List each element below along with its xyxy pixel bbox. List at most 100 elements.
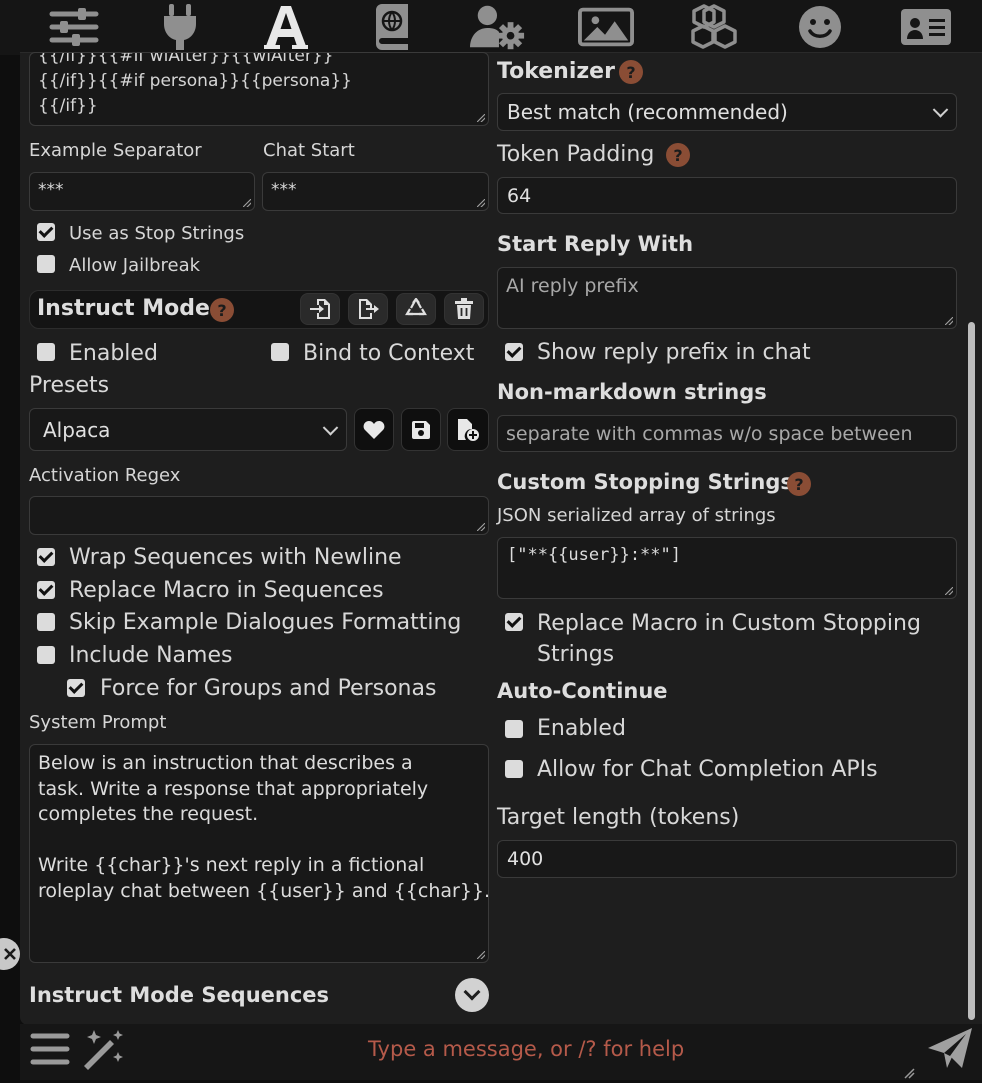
bind-context-label: Bind to Context: [303, 341, 475, 366]
story-string-text: {{/if}}{{#if wiAfter}}{{wiAfter}} {{/if}…: [38, 52, 352, 116]
token-padding-help-icon[interactable]: ?: [666, 143, 690, 167]
example-separator-input[interactable]: ***: [29, 172, 255, 211]
instruct-sequences-title[interactable]: Instruct Mode Sequences: [29, 983, 329, 1007]
activation-regex-input[interactable]: [29, 496, 489, 535]
chevron-down-icon: [463, 983, 481, 1001]
chat-start-value: ***: [271, 180, 297, 200]
chevron-down-icon: [322, 419, 339, 436]
instruct-enabled-checkbox[interactable]: [37, 343, 55, 361]
skip-examples-label: Skip Example Dialogues Formatting: [69, 610, 462, 635]
resize-handle-icon[interactable]: [903, 1064, 915, 1079]
recycle-icon: [405, 298, 427, 316]
cubes-icon[interactable]: [686, 4, 742, 50]
token-padding-value: 64: [507, 184, 532, 207]
wrap-sequences-label: Wrap Sequences with Newline: [69, 545, 402, 570]
bind-context-checkbox[interactable]: [271, 343, 289, 361]
start-reply-placeholder: AI reply prefix: [506, 275, 639, 297]
smiley-icon[interactable]: [792, 4, 848, 50]
new-preset-button[interactable]: [447, 408, 489, 451]
favorite-preset-button[interactable]: [354, 408, 394, 451]
allow-jailbreak-checkbox[interactable]: [37, 255, 55, 273]
token-padding-input[interactable]: 64: [497, 177, 957, 214]
instruct-mode-title: Instruct Mode: [37, 296, 210, 321]
top-navigation-bar: [0, 0, 982, 55]
custom-stop-sublabel: JSON serialized array of strings: [497, 505, 776, 526]
instruct-enabled-label: Enabled: [69, 341, 158, 366]
file-export-icon: [359, 299, 379, 319]
custom-stop-value: ["**{{user}}:**"]: [507, 545, 681, 565]
non-markdown-placeholder: separate with commas w/o space between: [506, 422, 913, 445]
book-globe-icon[interactable]: [364, 4, 420, 50]
close-panel-button[interactable]: [0, 938, 20, 970]
font-icon[interactable]: [258, 4, 314, 50]
file-import-icon: [310, 299, 330, 319]
auto-continue-enabled-label: Enabled: [537, 716, 626, 741]
plug-icon[interactable]: [152, 4, 208, 50]
auto-continue-label: Auto-Continue: [497, 679, 668, 703]
chevron-down-icon: [932, 102, 949, 118]
save-icon: [412, 420, 430, 439]
presets-label: Presets: [29, 373, 110, 398]
replace-macro-custom-label: Replace Macro in Custom Stopping Strings: [537, 611, 921, 667]
replace-macro-checkbox[interactable]: [37, 581, 55, 599]
include-names-checkbox[interactable]: [37, 646, 55, 664]
chat-start-label: Chat Start: [263, 140, 355, 161]
panel-scrollbar-thumb[interactable]: [968, 322, 975, 1020]
wrap-sequences-checkbox[interactable]: [37, 548, 55, 566]
user-gear-icon[interactable]: [470, 4, 526, 50]
magic-wand-icon[interactable]: [80, 1028, 126, 1074]
tokenizer-select[interactable]: Best match (recommended): [497, 93, 957, 131]
allow-chat-completion-checkbox[interactable]: [505, 760, 523, 778]
id-card-icon[interactable]: [898, 4, 954, 50]
menu-icon[interactable]: [30, 1031, 70, 1071]
send-icon[interactable]: [926, 1026, 974, 1074]
target-length-label: Target length (tokens): [497, 805, 740, 830]
preset-value: Alpaca: [43, 417, 111, 442]
auto-continue-enabled-checkbox[interactable]: [505, 720, 523, 738]
non-markdown-label: Non-markdown strings: [497, 380, 767, 404]
chat-start-input[interactable]: ***: [262, 172, 489, 211]
story-string-textarea[interactable]: {{/if}}{{#if wiAfter}}{{wiAfter}} {{/if}…: [29, 52, 489, 126]
show-prefix-checkbox[interactable]: [505, 343, 523, 361]
chat-input-placeholder[interactable]: Type a message, or /? for help: [368, 1037, 684, 1061]
include-names-label: Include Names: [69, 643, 233, 668]
expand-sequences-button[interactable]: [455, 978, 489, 1012]
instruct-help-icon[interactable]: ?: [210, 298, 234, 322]
file-add-icon: [458, 418, 479, 441]
tokenizer-value: Best match (recommended): [507, 100, 788, 124]
heart-icon: [363, 420, 385, 439]
delete-preset-button[interactable]: [444, 293, 484, 325]
export-preset-button[interactable]: [348, 293, 388, 325]
import-preset-button[interactable]: [300, 293, 340, 325]
non-markdown-input[interactable]: separate with commas w/o space between: [497, 415, 957, 452]
start-reply-textarea[interactable]: AI reply prefix: [497, 267, 957, 329]
restore-preset-button[interactable]: [396, 293, 436, 325]
allow-jailbreak-label: Allow Jailbreak: [69, 255, 201, 276]
start-reply-label: Start Reply With: [497, 232, 694, 256]
token-padding-label: Token Padding: [497, 142, 655, 167]
tokenizer-label: Tokenizer: [497, 59, 615, 84]
activation-regex-label: Activation Regex: [29, 465, 181, 486]
force-groups-label: Force for Groups and Personas: [100, 676, 437, 701]
skip-examples-checkbox[interactable]: [37, 613, 55, 631]
use-stop-strings-label: Use as Stop Strings: [69, 223, 245, 244]
force-groups-checkbox[interactable]: [67, 679, 85, 697]
close-icon: [4, 948, 16, 960]
save-preset-button[interactable]: [401, 408, 441, 451]
example-separator-label: Example Separator: [29, 140, 202, 161]
preset-select[interactable]: Alpaca: [29, 408, 347, 451]
replace-macro-custom-checkbox[interactable]: [505, 613, 523, 631]
show-prefix-label: Show reply prefix in chat: [537, 340, 811, 365]
custom-stop-help-icon[interactable]: ?: [787, 472, 811, 496]
tokenizer-help-icon[interactable]: ?: [619, 60, 643, 84]
sliders-icon[interactable]: [46, 4, 102, 50]
use-stop-strings-checkbox[interactable]: [37, 223, 55, 241]
custom-stop-label: Custom Stopping Strings: [497, 470, 793, 494]
custom-stop-textarea[interactable]: ["**{{user}}:**"]: [497, 537, 957, 599]
system-prompt-textarea[interactable]: Below is an instruction that describes a…: [29, 744, 490, 963]
system-prompt-label: System Prompt: [29, 712, 167, 733]
image-icon[interactable]: [578, 4, 634, 50]
trash-icon: [455, 298, 473, 319]
target-length-value: 400: [507, 848, 544, 870]
target-length-input[interactable]: 400: [497, 840, 957, 878]
